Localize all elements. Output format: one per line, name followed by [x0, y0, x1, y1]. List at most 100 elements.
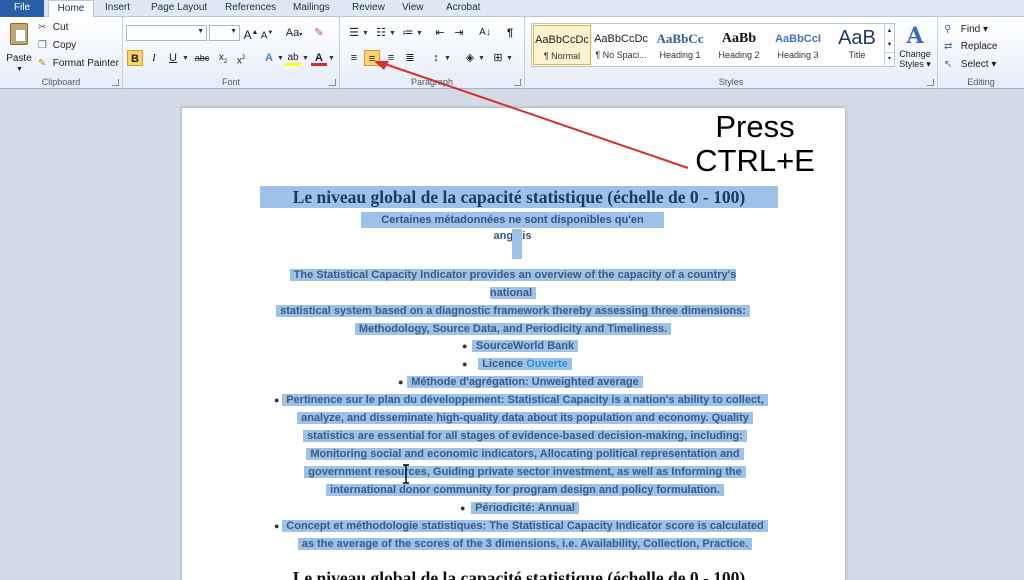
- document-heading[interactable]: Le niveau global de la capacité statisti…: [260, 186, 778, 208]
- list-item-text: Périodicité: Annual: [471, 502, 579, 514]
- subscript-button[interactable]: x2: [215, 50, 231, 66]
- font-dialog-launcher-icon[interactable]: [329, 79, 336, 86]
- bold-button[interactable]: B: [127, 50, 143, 66]
- style-name: ¶ No Spaci...: [595, 50, 647, 60]
- paintbrush-icon: ✎: [38, 58, 47, 69]
- more-icon[interactable]: ▾: [885, 52, 894, 65]
- cut-button[interactable]: ✂ Cut: [38, 21, 68, 35]
- list-item-text: analyze, and disseminate high-quality da…: [297, 412, 753, 424]
- next-heading[interactable]: Le niveau global de la capacité statisti…: [260, 568, 778, 580]
- text-effects-icon[interactable]: A: [261, 50, 277, 66]
- chevron-down-icon[interactable]: ▼: [328, 55, 335, 62]
- chevron-down-icon[interactable]: ▼: [302, 55, 309, 62]
- font-name-combo[interactable]: ▼: [126, 25, 207, 41]
- chevron-down-icon[interactable]: ▼: [416, 30, 423, 37]
- list-item-text: SourceWorld Bank: [471, 340, 579, 352]
- style-name: Heading 1: [659, 50, 701, 60]
- tab-insert[interactable]: Insert: [97, 0, 138, 17]
- font-color-icon[interactable]: A: [311, 50, 327, 66]
- scroll-up-icon[interactable]: ▲: [885, 24, 894, 38]
- paragraph-line: Methodology, Source Data, and Periodicit…: [354, 323, 672, 335]
- clear-formatting-icon[interactable]: ✎: [311, 25, 327, 41]
- document-subtitle[interactable]: Certaines métadonnées ne sont disponible…: [361, 212, 664, 242]
- style-no-spacing[interactable]: AaBbCcDc ¶ No Spaci...: [592, 25, 650, 65]
- tab-file[interactable]: File: [0, 0, 44, 17]
- paragraph-group-label: Paragraph: [410, 77, 454, 87]
- chevron-down-icon[interactable]: ▼: [444, 55, 451, 62]
- change-styles-label-2: Styles ▾: [899, 59, 931, 69]
- font-size-combo[interactable]: ▼: [209, 25, 240, 41]
- list-item: ● Méthode d'agrégation: Unweighted avera…: [270, 373, 780, 391]
- chevron-down-icon[interactable]: ▼: [277, 55, 284, 62]
- align-center-button[interactable]: ≡: [364, 50, 380, 66]
- borders-icon[interactable]: ⊞: [490, 50, 506, 66]
- tab-acrobat[interactable]: Acrobat: [438, 0, 488, 17]
- align-right-icon[interactable]: ≡: [383, 50, 399, 66]
- superscript-button[interactable]: x2: [233, 50, 249, 66]
- shrink-font-icon[interactable]: A▼: [259, 25, 275, 41]
- line-spacing-icon[interactable]: ↕: [428, 50, 444, 66]
- chevron-down-icon[interactable]: ▼: [478, 55, 485, 62]
- strikethrough-button[interactable]: abc: [193, 50, 211, 66]
- scroll-down-icon[interactable]: ▼: [885, 38, 894, 52]
- bullets-icon[interactable]: ☰: [346, 25, 362, 41]
- tab-review[interactable]: Review: [344, 0, 393, 17]
- tab-page-layout[interactable]: Page Layout: [143, 0, 215, 17]
- list-item-text: international donor community for progra…: [326, 484, 724, 496]
- list-item-text: Monitoring social and economic indicator…: [306, 448, 744, 460]
- list-item-continuation: government resources, Guiding private se…: [270, 463, 780, 481]
- style-normal[interactable]: AaBbCcDc ¶ Normal: [533, 25, 591, 65]
- scissors-icon: ✂: [38, 22, 47, 33]
- style-heading-1[interactable]: AaBbCс Heading 1: [651, 25, 709, 65]
- numbering-icon[interactable]: ☷: [373, 25, 389, 41]
- find-label: Find ▾: [960, 24, 989, 35]
- change-styles-button[interactable]: A Change Styles ▾: [897, 23, 933, 79]
- decrease-indent-icon[interactable]: ⇤: [432, 25, 448, 41]
- tab-home[interactable]: Home: [48, 0, 94, 18]
- chevron-down-icon[interactable]: ▼: [182, 55, 189, 62]
- sort-icon[interactable]: A↓: [477, 25, 493, 41]
- styles-dialog-launcher-icon[interactable]: [927, 79, 934, 86]
- annotation-line-1: Press: [715, 109, 795, 144]
- styles-gallery: AaBbCcDc ¶ Normal AaBbCcDc ¶ No Spaci...…: [531, 23, 895, 67]
- licence-link[interactable]: Ouverte: [526, 358, 568, 370]
- underline-button[interactable]: U: [165, 50, 181, 66]
- multilevel-list-icon[interactable]: ≔: [400, 25, 416, 41]
- list-item-text: Licence: [482, 358, 527, 370]
- replace-button[interactable]: ⇄ Replace: [944, 39, 997, 54]
- change-case-icon[interactable]: Aa▾: [283, 25, 305, 41]
- highlight-icon[interactable]: ab: [285, 50, 301, 66]
- document-paragraph[interactable]: The Statistical Capacity Indicator provi…: [268, 266, 758, 338]
- copy-label: Copy: [52, 40, 77, 51]
- chevron-down-icon[interactable]: ▼: [506, 55, 513, 62]
- shading-icon[interactable]: ◈: [462, 50, 478, 66]
- select-button[interactable]: ↖ Select ▾: [944, 57, 996, 72]
- style-heading-2[interactable]: AaBb Heading 2: [710, 25, 768, 65]
- style-sample: AaBbCcI: [775, 33, 821, 45]
- tab-mailings[interactable]: Mailings: [285, 0, 338, 17]
- chevron-down-icon: ▼: [16, 66, 23, 73]
- format-painter-button[interactable]: ✎ Format Painter: [38, 57, 119, 71]
- align-left-icon[interactable]: ≡: [346, 50, 362, 66]
- chevron-down-icon: ▼: [197, 28, 204, 35]
- increase-indent-icon[interactable]: ⇥: [451, 25, 467, 41]
- tab-view[interactable]: View: [394, 0, 432, 17]
- style-heading-3[interactable]: AaBbCcI Heading 3: [769, 25, 827, 65]
- tab-references[interactable]: References: [217, 0, 284, 17]
- text-cursor-icon: [403, 464, 409, 484]
- paragraph-dialog-launcher-icon[interactable]: [514, 79, 521, 86]
- find-button[interactable]: ⚲ Find ▾: [944, 22, 988, 37]
- chevron-down-icon[interactable]: ▼: [389, 30, 396, 37]
- list-item-continuation: statistics are essential for all stages …: [270, 427, 780, 445]
- paste-button[interactable]: Paste ▼: [4, 21, 34, 77]
- styles-gallery-scroll[interactable]: ▲ ▼ ▾: [884, 24, 894, 66]
- italic-button[interactable]: I: [146, 50, 162, 66]
- chevron-down-icon[interactable]: ▼: [362, 30, 369, 37]
- justify-icon[interactable]: ≣: [402, 50, 418, 66]
- clipboard-dialog-launcher-icon[interactable]: [112, 79, 119, 86]
- show-formatting-icon[interactable]: ¶: [502, 25, 518, 41]
- list-item-text: as the average of the scores of the 3 di…: [297, 538, 753, 550]
- style-title[interactable]: AaB Title: [828, 25, 886, 65]
- copy-button[interactable]: ❐ Copy: [38, 39, 76, 53]
- grow-font-icon[interactable]: A▲: [243, 25, 259, 42]
